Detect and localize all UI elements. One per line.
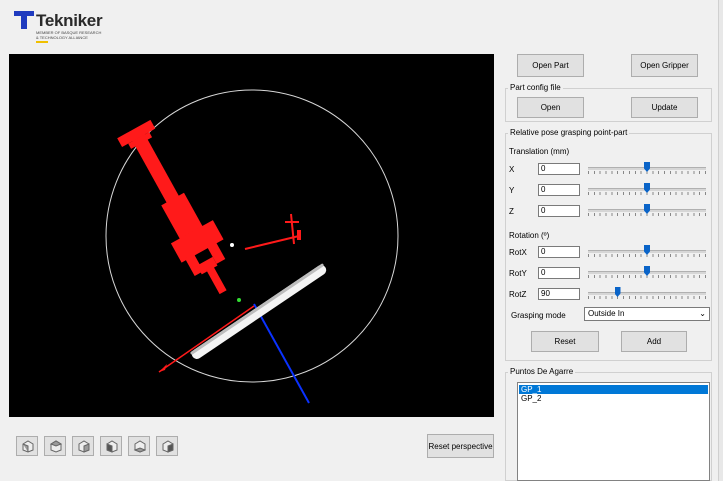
y-label: Y: [509, 186, 515, 195]
grasping-mode-value: Outside In: [588, 309, 625, 318]
update-config-button[interactable]: Update: [631, 97, 698, 118]
view-bottom-icon: [133, 440, 146, 453]
list-item-gp-2[interactable]: GP_2: [519, 394, 708, 403]
view-right-button[interactable]: [72, 436, 94, 456]
open-gripper-button[interactable]: Open Gripper: [631, 54, 698, 77]
logo-tagline: MEMBER OF BASQUE RESEARCH & TECHNOLOGY A…: [36, 30, 102, 40]
rotation-label: Rotation (º): [509, 231, 550, 240]
tekniker-logo-mark: [14, 11, 34, 31]
3d-viewport[interactable]: [9, 54, 494, 417]
list-item-gp-1[interactable]: GP_1: [519, 385, 708, 394]
3d-scene: [105, 89, 399, 404]
logo-name: Tekniker: [36, 11, 103, 30]
rotz-label: RotZ: [509, 290, 527, 299]
view-left-button[interactable]: [100, 436, 122, 456]
z-axis-line: [253, 303, 310, 404]
open-part-button[interactable]: Open Part: [517, 54, 584, 77]
view-front-icon: [22, 440, 34, 453]
rotz-slider[interactable]: [588, 286, 706, 300]
grasping-mode-select[interactable]: Outside In ⌄: [584, 307, 710, 321]
y-slider[interactable]: [588, 182, 706, 196]
part-config-title: Part config file: [508, 83, 563, 92]
logo-underline: [36, 41, 48, 43]
x-axis-line: [158, 305, 255, 373]
rotx-slider[interactable]: [588, 244, 706, 258]
y-field[interactable]: 0: [538, 184, 580, 196]
relative-pose-title: Relative pose grasping point-part: [508, 128, 630, 137]
view-bottom-button[interactable]: [128, 436, 150, 456]
z-field[interactable]: 0: [538, 205, 580, 217]
puntos-list[interactable]: GP_1 GP_2: [517, 382, 710, 481]
rotx-label: RotX: [509, 248, 527, 257]
chevron-down-icon: ⌄: [699, 309, 706, 318]
roty-label: RotY: [509, 269, 527, 278]
view-left-icon: [106, 440, 118, 453]
rotx-field[interactable]: 0: [538, 246, 580, 258]
reset-perspective-button[interactable]: Reset perspective: [427, 434, 494, 458]
view-back-icon: [162, 440, 174, 453]
puntos-title: Puntos De Agarre: [508, 367, 576, 376]
rotz-field[interactable]: 90: [538, 288, 580, 300]
x-field[interactable]: 0: [538, 163, 580, 175]
translation-label: Translation (mm): [509, 147, 570, 156]
roty-field[interactable]: 0: [538, 267, 580, 279]
view-top-icon: [49, 440, 62, 453]
gripper-model: [117, 119, 301, 295]
view-top-button[interactable]: [44, 436, 66, 456]
roty-slider[interactable]: [588, 265, 706, 279]
window-edge: [718, 0, 723, 481]
x-label: X: [509, 165, 515, 174]
add-button[interactable]: Add: [621, 331, 687, 352]
tekniker-logo: Tekniker MEMBER OF BASQUE RESEARCH & TEC…: [14, 8, 114, 44]
grasping-mode-label: Grasping mode: [511, 311, 566, 320]
view-front-button[interactable]: [16, 436, 38, 456]
z-label: Z: [509, 207, 514, 216]
x-slider[interactable]: [588, 161, 706, 175]
z-slider[interactable]: [588, 203, 706, 217]
view-right-icon: [78, 440, 90, 453]
open-config-button[interactable]: Open: [517, 97, 584, 118]
view-back-button[interactable]: [156, 436, 178, 456]
reset-button[interactable]: Reset: [531, 331, 599, 352]
